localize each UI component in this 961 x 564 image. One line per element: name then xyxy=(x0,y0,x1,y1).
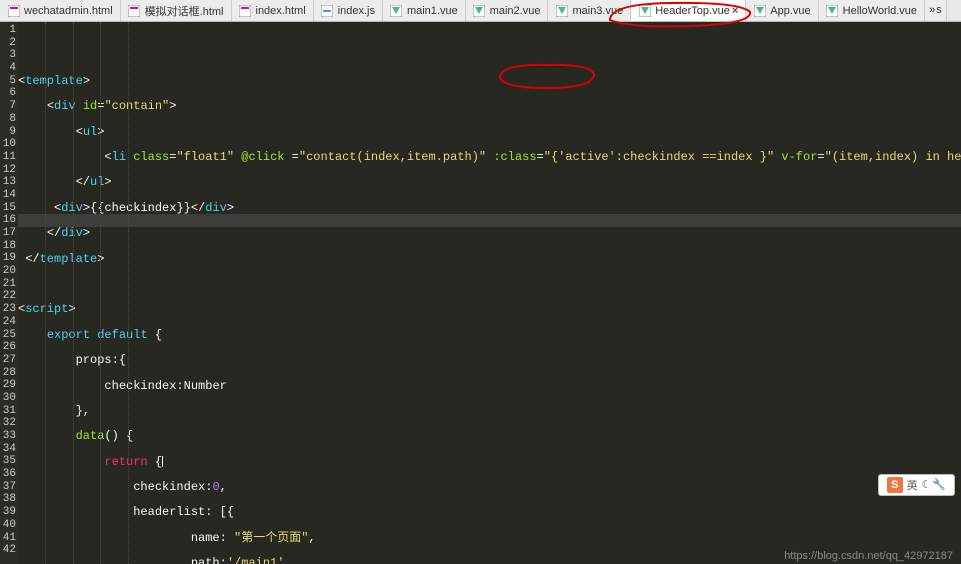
line-number-gutter: 1 2 3 4 5 6 7 8 9 10 11 12 13 14 15 16 1… xyxy=(0,22,18,564)
tab-label: wechatadmin.html xyxy=(24,5,113,17)
vue-file-icon xyxy=(638,4,651,17)
html-file-icon xyxy=(7,4,20,17)
ime-indicator[interactable]: S 英 ☾ 🔧 xyxy=(878,474,955,496)
js-file-icon xyxy=(321,4,334,17)
tab-main3[interactable]: main3.vue xyxy=(548,0,631,21)
code-editor[interactable]: 1 2 3 4 5 6 7 8 9 10 11 12 13 14 15 16 1… xyxy=(0,22,961,564)
vue-file-icon xyxy=(555,4,568,17)
tab-dialog[interactable]: 模拟对话框.html xyxy=(121,0,232,21)
tab-label: main1.vue xyxy=(407,5,458,17)
caret xyxy=(162,456,163,467)
tab-index-html[interactable]: index.html xyxy=(232,0,314,21)
tabs-overflow-label: »s xyxy=(929,5,942,17)
tab-label: 模拟对话框.html xyxy=(145,3,224,19)
tab-main2[interactable]: main2.vue xyxy=(466,0,549,21)
tab-helloworld[interactable]: HelloWorld.vue xyxy=(819,0,925,21)
tab-label: index.html xyxy=(256,5,306,17)
tab-headertop[interactable]: HeaderTop.vue × xyxy=(631,0,746,21)
html-file-icon xyxy=(128,4,141,17)
tab-main1[interactable]: main1.vue xyxy=(383,0,466,21)
close-tab-icon[interactable]: × xyxy=(732,5,738,17)
vue-file-icon xyxy=(473,4,486,17)
tab-label: main3.vue xyxy=(572,5,623,17)
html-file-icon xyxy=(239,4,252,17)
tab-index-js[interactable]: index.js xyxy=(314,0,383,21)
vue-file-icon xyxy=(753,4,766,17)
vue-file-icon xyxy=(826,4,839,17)
sogou-logo-icon: S xyxy=(887,477,903,493)
tab-label: HelloWorld.vue xyxy=(843,5,917,17)
tab-label: App.vue xyxy=(770,5,810,17)
moon-icon: ☾ xyxy=(922,478,929,492)
watermark: https://blog.csdn.net/qq_42972187 xyxy=(784,550,953,562)
code-area[interactable]: <template> <div id="contain"> <ul> <li c… xyxy=(18,22,961,564)
vue-file-icon xyxy=(390,4,403,17)
wrench-icon: 🔧 xyxy=(932,478,946,492)
tab-label: main2.vue xyxy=(490,5,541,17)
tab-wechatadmin[interactable]: wechatadmin.html xyxy=(0,0,121,21)
tab-label: HeaderTop.vue xyxy=(655,5,730,17)
tabs-overflow[interactable]: »s xyxy=(925,0,947,21)
tab-app[interactable]: App.vue xyxy=(746,0,818,21)
tab-label: index.js xyxy=(338,5,375,17)
tab-bar: wechatadmin.html 模拟对话框.html index.html i… xyxy=(0,0,961,22)
ime-lang: 英 xyxy=(907,477,918,493)
